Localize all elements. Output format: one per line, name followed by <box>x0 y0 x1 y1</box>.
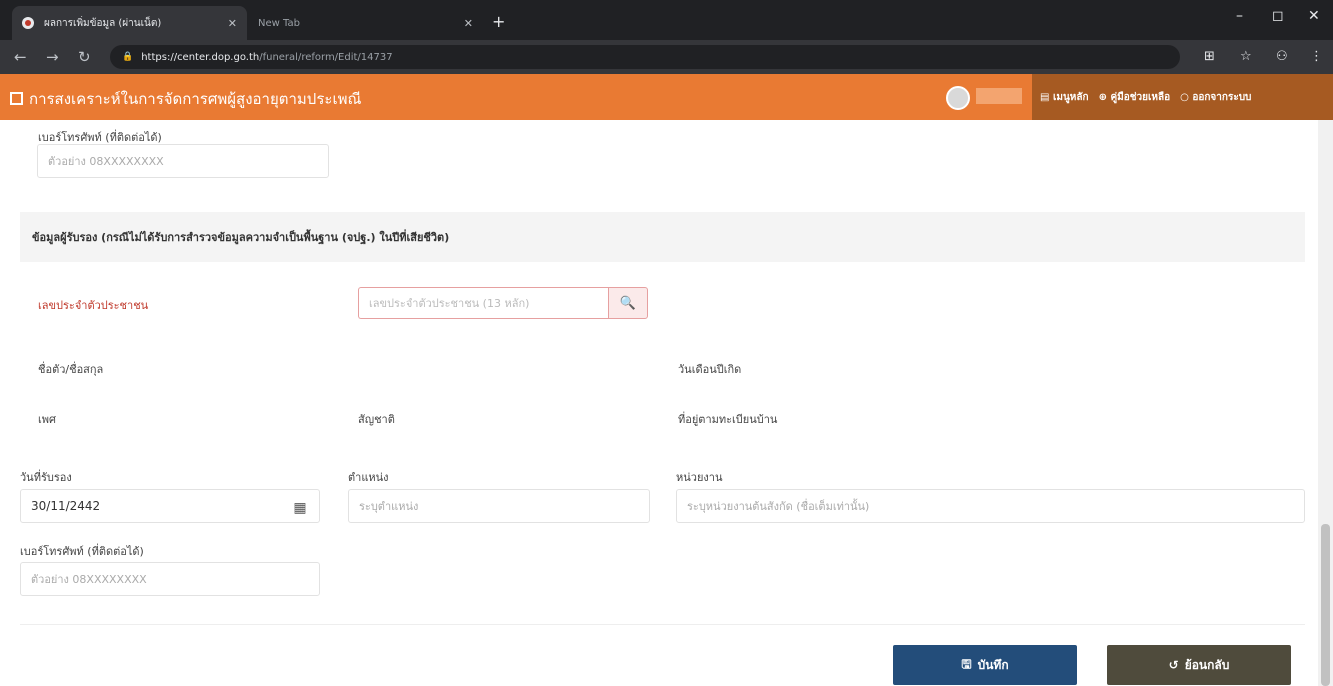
bookmark-star-icon[interactable]: ☆ <box>1240 49 1252 64</box>
page-scrollbar[interactable] <box>1318 120 1333 686</box>
minimize-icon[interactable]: – <box>1236 8 1243 24</box>
tab-close-icon[interactable]: ✕ <box>228 17 237 30</box>
birth-date-label: วันเดือนปีเกิด <box>678 363 742 376</box>
translate-icon[interactable]: ⊞ <box>1204 49 1215 64</box>
site-favicon-icon <box>22 17 34 29</box>
url-host: https://center.dop.go.th <box>141 51 260 63</box>
certifier-phone-label: เบอร์โทรศัพท์ (ที่ติดต่อได้) <box>20 545 144 558</box>
lock-icon: 🔒 <box>122 52 134 62</box>
menu-logout[interactable]: ○ ออกจากระบบ <box>1180 90 1251 105</box>
menu-help[interactable]: ⊕ คู่มือช่วยเหลือ <box>1099 90 1171 105</box>
sex-label: เพศ <box>38 413 56 426</box>
browser-tab-new[interactable]: New Tab ✕ <box>248 6 483 40</box>
forward-arrow-icon[interactable]: → <box>46 48 59 66</box>
address-label: ที่อยู่ตามทะเบียนบ้าน <box>678 413 778 426</box>
divider <box>20 624 1305 625</box>
profile-icon[interactable]: ⚇ <box>1276 49 1288 64</box>
nationality-label: สัญชาติ <box>358 413 395 426</box>
browser-menu-icon[interactable]: ⋮ <box>1310 49 1323 64</box>
calendar-icon[interactable]: ▦ <box>285 496 315 520</box>
certify-date-label: วันที่รับรอง <box>20 471 72 484</box>
browser-address-bar: ← → ↻ 🔒 https://center.dop.go.th/funeral… <box>0 40 1333 74</box>
url-path: /funeral/reform/Edit/14737 <box>259 51 393 63</box>
back-button[interactable]: ↺ ย้อนกลับ <box>1107 645 1291 685</box>
app-title: การสงเคราะห์ในการจัดการศพผู้สูงอายุตามปร… <box>10 87 361 111</box>
avatar[interactable] <box>946 86 970 110</box>
browser-tab-active[interactable]: ผลการเพิ่มข้อมูล (ผ่านเน็ต) ✕ <box>12 6 247 40</box>
certifier-id-search: เลขประจำตัวประชาชน (13 หลัก) 🔍 <box>358 287 648 319</box>
app-menu: ▤ เมนูหลัก ⊕ คู่มือช่วยเหลือ ○ ออกจากระบ… <box>1032 74 1333 120</box>
menu-home[interactable]: ▤ เมนูหลัก <box>1040 90 1089 105</box>
certify-date-input[interactable]: 30/11/2442 <box>20 489 320 523</box>
window-close-icon[interactable]: ✕ <box>1308 8 1320 24</box>
search-button[interactable]: 🔍 <box>608 287 648 319</box>
save-button[interactable]: 🖫 บันทึก <box>893 645 1077 685</box>
name-label: ชื่อตัว/ชื่อสกุล <box>38 363 104 376</box>
search-icon: 🔍 <box>619 295 637 311</box>
save-label: บันทึก <box>977 657 1009 672</box>
agency-input[interactable]: ระบุหน่วยงานต้นสังกัด (ชื่อเต็มเท่านั้น) <box>676 489 1305 523</box>
certifier-id-input[interactable]: เลขประจำตัวประชาชน (13 หลัก) <box>358 287 608 319</box>
certifier-phone-input[interactable]: ตัวอย่าง 08XXXXXXXX <box>20 562 320 596</box>
tab-title-new: New Tab <box>258 17 300 29</box>
back-arrow-icon[interactable]: ← <box>14 48 27 66</box>
browser-tab-bar: ผลการเพิ่มข้อมูล (ผ่านเน็ต) ✕ New Tab ✕ … <box>0 0 1333 40</box>
certifier-id-label: เลขประจำตัวประชาชน <box>38 299 149 312</box>
tab-close-icon[interactable]: ✕ <box>464 17 473 30</box>
certifier-section-title: ข้อมูลผู้รับรอง (กรณีไม่ได้รับการสำรวจข้… <box>20 212 1305 262</box>
bookmark-icon <box>10 92 23 105</box>
agency-label: หน่วยงาน <box>676 471 723 484</box>
undo-icon: ↺ <box>1168 658 1179 672</box>
back-label: ย้อนกลับ <box>1184 657 1230 672</box>
position-input[interactable]: ระบุตำแหน่ง <box>348 489 650 523</box>
scrollbar-thumb[interactable] <box>1321 524 1330 686</box>
top-phone-input[interactable]: ตัวอย่าง 08XXXXXXXX <box>37 144 329 178</box>
tab-title: ผลการเพิ่มข้อมูล (ผ่านเน็ต) <box>44 17 162 29</box>
username-badge <box>976 88 1022 104</box>
reload-icon[interactable]: ↻ <box>78 48 91 66</box>
maximize-icon[interactable]: ◻ <box>1272 8 1284 24</box>
position-label: ตำแหน่ง <box>348 471 389 484</box>
save-icon: 🖫 <box>961 656 972 671</box>
new-tab-icon[interactable]: + <box>492 12 505 31</box>
url-field[interactable]: 🔒 https://center.dop.go.th/funeral/refor… <box>110 45 1180 69</box>
